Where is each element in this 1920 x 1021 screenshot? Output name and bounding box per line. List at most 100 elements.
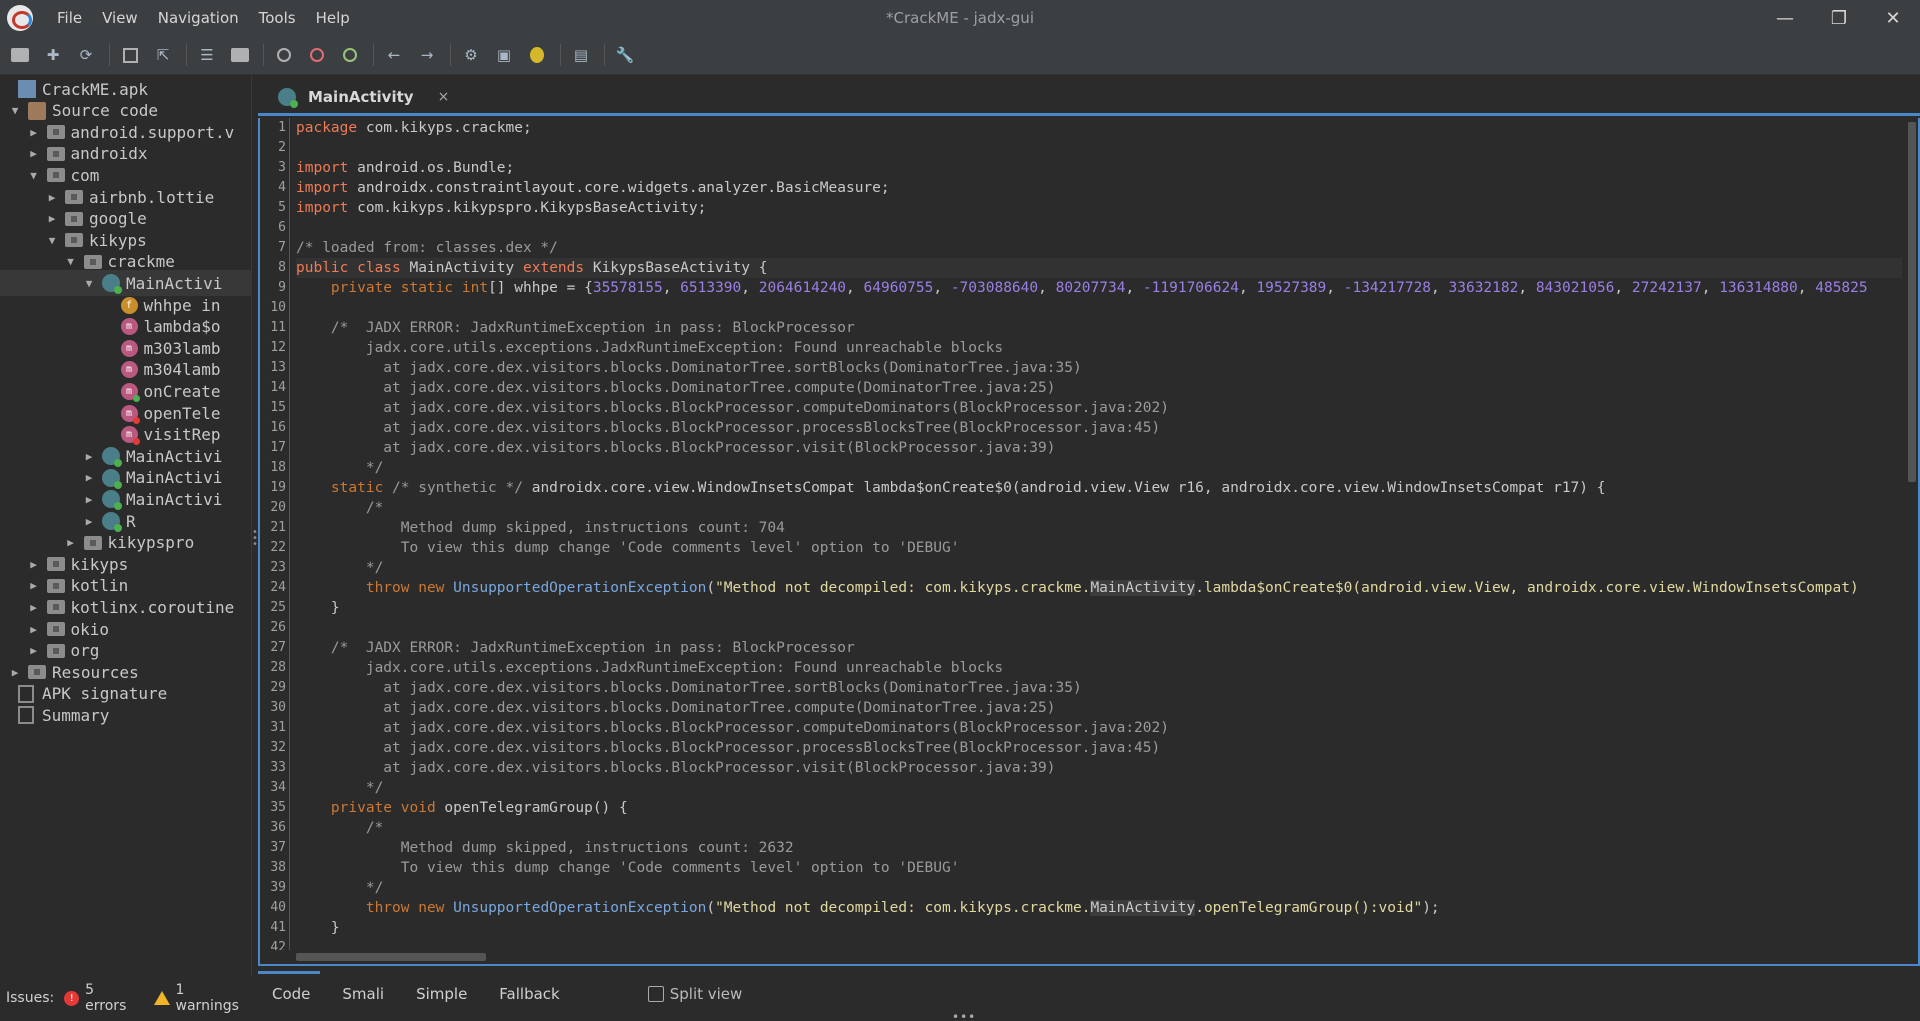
code-editor[interactable]: 1 2 3 4 5 6 7 8 9 10 11 12 13 14 15 16 17 18 19 20 21 22 23 24 2… — [258, 118, 1920, 966]
add-files-icon[interactable]: ✚ — [41, 43, 65, 67]
forward-arrow-icon[interactable]: → — [415, 43, 439, 67]
warnings-count[interactable]: 1 warnings — [176, 982, 252, 1014]
flatten-packages-icon[interactable] — [228, 43, 252, 67]
title-bar: File View Navigation Tools Help *CrackME… — [0, 0, 1920, 36]
collapsed-arrow-icon[interactable]: ▶ — [27, 644, 41, 657]
vertical-scrollbar[interactable] — [1906, 118, 1918, 948]
back-arrow-icon[interactable]: ← — [382, 43, 406, 67]
package-folder-icon — [46, 125, 65, 140]
collapsed-arrow-icon[interactable]: ▶ — [45, 212, 59, 225]
tree-item-label: android.support.v — [70, 122, 235, 142]
sync-tree-icon[interactable]: ☰ — [195, 43, 219, 67]
code-token: UnsupportedOperationException — [453, 580, 707, 596]
private-method-icon: m — [120, 426, 140, 446]
collapsed-arrow-icon[interactable]: ▶ — [82, 515, 96, 528]
restore-button[interactable]: ❐ — [1812, 0, 1866, 36]
code-view-tabs: Code Smali Simple Fallback Split view — [257, 971, 1920, 1012]
splitter-handle[interactable]: • • • — [252, 528, 258, 550]
horizontal-scrollbar[interactable] — [260, 950, 1918, 964]
tab-label: MainActivity — [308, 88, 414, 106]
save-all-icon[interactable] — [118, 43, 142, 67]
code-token: Method dump skipped, instructions count:… — [296, 520, 785, 536]
collapsed-arrow-icon[interactable]: ▶ — [27, 579, 41, 592]
code-token: , — [1038, 280, 1056, 296]
code-line: at jadx.core.dex.visitors.blocks.BlockPr… — [296, 758, 1902, 778]
expanded-arrow-icon[interactable]: ▼ — [27, 169, 41, 182]
errors-count[interactable]: 5 errors — [85, 982, 139, 1014]
collapsed-arrow-icon[interactable]: ▶ — [64, 536, 78, 549]
tab-fallback[interactable]: Fallback — [499, 985, 559, 1003]
close-window-button[interactable]: ✕ — [1866, 0, 1920, 36]
line-number: 36 — [270, 820, 286, 835]
code-token: androidx.core.view.WindowInsetsCompat la… — [531, 480, 1606, 496]
code-token: import — [296, 200, 358, 216]
search-class-icon[interactable] — [305, 43, 329, 67]
tree-item-label: whhpe in — [143, 295, 221, 315]
tree-item-label: lambda$o — [143, 317, 221, 337]
search-text-icon[interactable] — [272, 43, 296, 67]
line-number: 38 — [270, 860, 286, 875]
expanded-arrow-icon[interactable]: ▼ — [8, 104, 22, 117]
split-view-checkbox[interactable] — [647, 986, 664, 1002]
debugger-bug-icon[interactable] — [525, 43, 549, 67]
tree-item-label: okio — [70, 619, 110, 639]
collapsed-arrow-icon[interactable]: ▶ — [27, 126, 41, 139]
class-icon — [102, 274, 122, 295]
project-tree: CrackME.apk ▼ Source code ▶ android.support.… — [0, 76, 252, 976]
horizontal-scroll-thumb[interactable] — [296, 953, 486, 961]
expanded-arrow-icon[interactable]: ▼ — [45, 234, 59, 247]
collapsed-arrow-icon[interactable]: ▶ — [45, 191, 59, 204]
collapsed-arrow-icon[interactable]: ▶ — [82, 471, 96, 484]
export-gradle-icon[interactable]: ⇱ — [151, 43, 175, 67]
deobfuscation-icon[interactable]: ⚙ — [459, 43, 483, 67]
collapsed-arrow-icon[interactable]: ▶ — [27, 623, 41, 636]
minimize-button[interactable]: — — [1758, 0, 1812, 36]
tree-item-label: R — [126, 511, 136, 531]
line-number: 12 — [270, 340, 286, 355]
vertical-scroll-thumb[interactable] — [1908, 122, 1916, 482]
menu-view[interactable]: View — [92, 0, 148, 36]
code-text-area[interactable]: package com.kikyps.crackme; import andro… — [296, 118, 1902, 948]
tab-code[interactable]: Code — [257, 971, 321, 1003]
warning-icon — [153, 991, 170, 1005]
collapsed-arrow-icon[interactable]: ▶ — [8, 666, 22, 679]
collapsed-arrow-icon[interactable]: ▶ — [27, 601, 41, 614]
open-file-icon[interactable] — [8, 43, 32, 67]
menu-file[interactable]: File — [47, 0, 92, 36]
tree-item[interactable]: Summary — [8, 702, 109, 728]
code-line: /* JADX ERROR: JadxRuntimeException in p… — [296, 638, 1902, 658]
line-number: 10 — [270, 300, 286, 315]
split-view-label: Split view — [669, 985, 743, 1003]
code-token: 485825 — [1815, 280, 1868, 296]
line-number: 22 — [270, 540, 286, 555]
code-token: , — [1614, 280, 1632, 296]
log-viewer-icon[interactable]: ▤ — [569, 43, 593, 67]
code-line: */ — [296, 778, 1902, 798]
close-tab-icon[interactable]: × — [438, 89, 450, 105]
code-token: androidx.constraintlayout.core.widgets.a… — [357, 180, 890, 196]
preferences-wrench-icon[interactable]: 🔧 — [613, 43, 637, 67]
line-number: 39 — [270, 880, 286, 895]
code-line: To view this dump change 'Code comments … — [296, 858, 1902, 878]
menu-tools[interactable]: Tools — [249, 0, 306, 36]
decompile-all-icon[interactable]: ▣ — [492, 43, 516, 67]
search-usage-icon[interactable] — [338, 43, 362, 67]
code-token: 19527389 — [1256, 280, 1327, 296]
reload-icon[interactable]: ⟳ — [74, 43, 98, 67]
code-token: , — [1238, 280, 1257, 296]
collapsed-arrow-icon[interactable]: ▶ — [82, 493, 96, 506]
resize-handle-dots[interactable]: ••• — [952, 1010, 976, 1021]
tab-mainactivity[interactable]: MainActivity × — [270, 82, 458, 112]
collapsed-arrow-icon[interactable]: ▶ — [27, 558, 41, 571]
collapsed-arrow-icon[interactable]: ▶ — [82, 450, 96, 463]
expanded-arrow-icon[interactable]: ▼ — [64, 255, 78, 268]
tab-smali[interactable]: Smali — [342, 985, 384, 1003]
tab-simple[interactable]: Simple — [416, 985, 467, 1003]
line-number: 1 — [278, 120, 286, 135]
menu-navigation[interactable]: Navigation — [148, 0, 249, 36]
collapsed-arrow-icon[interactable]: ▶ — [27, 147, 41, 160]
menu-help[interactable]: Help — [306, 0, 360, 36]
expanded-arrow-icon[interactable]: ▼ — [82, 277, 96, 290]
code-token: at jadx.core.dex.visitors.blocks.Dominat… — [296, 680, 1082, 696]
code-token: -703088640 — [950, 280, 1039, 296]
